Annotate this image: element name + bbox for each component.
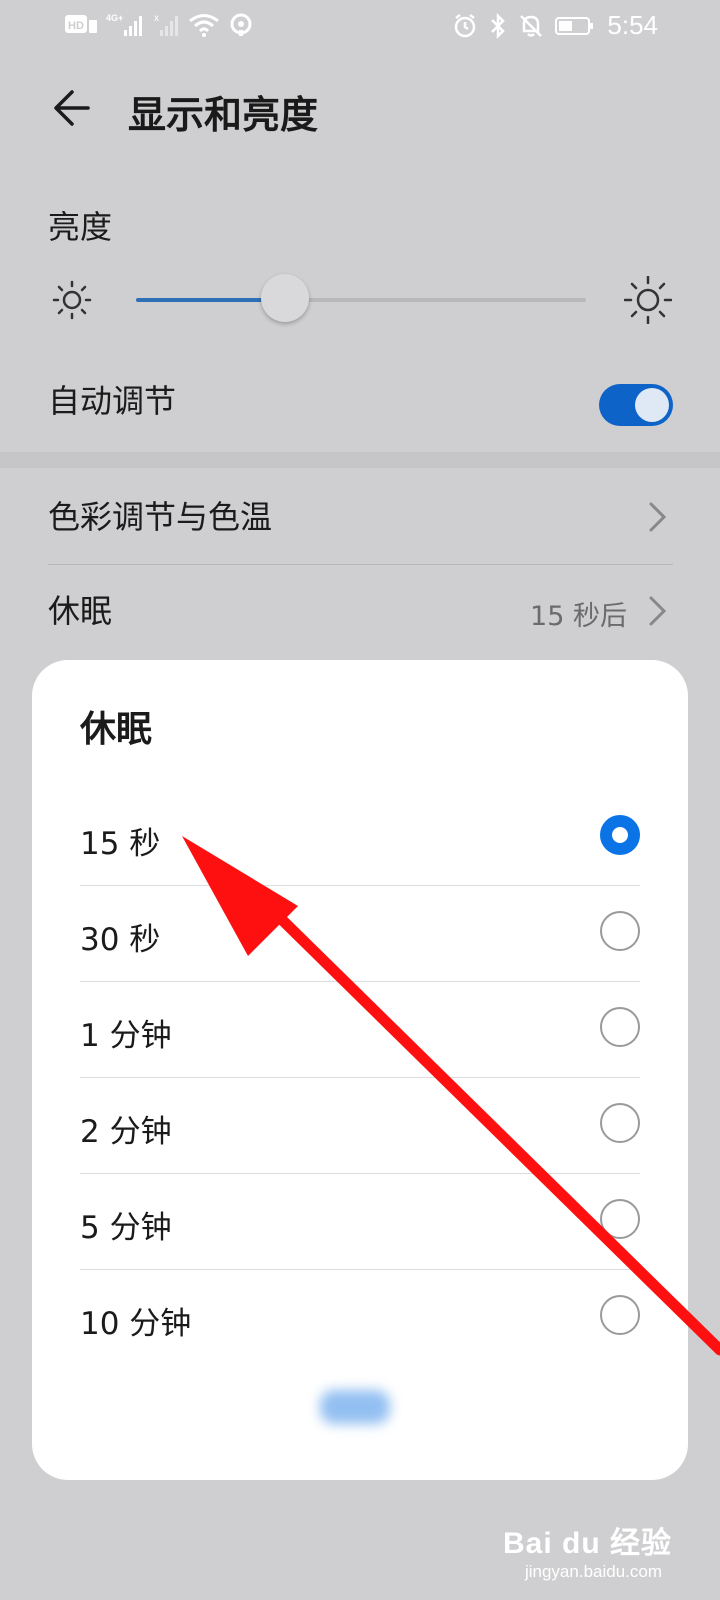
back-arrow-icon[interactable] — [48, 86, 92, 130]
dialog-title: 休眠 — [80, 709, 153, 750]
status-left-icons: HD 4G+ x — [64, 12, 254, 38]
auto-adjust-row[interactable]: 自动调节 — [48, 376, 673, 436]
radio-unselected[interactable] — [600, 1007, 640, 1047]
sleep-row[interactable]: 休眠 15 秒后 — [48, 586, 673, 646]
color-temperature-label: 色彩调节与色温 — [48, 498, 273, 536]
hd-icon: HD — [65, 15, 97, 33]
sleep-label: 休眠 — [48, 592, 113, 630]
wifi-icon — [189, 14, 219, 37]
mute-icon — [520, 14, 543, 37]
baidu-watermark: Bai du 经验 jingyan.baidu.com — [502, 1518, 672, 1581]
status-time: 5:54 — [607, 10, 658, 40]
sleep-dialog: 休眠 15 秒 30 秒 1 分钟 2 分钟 5 分钟 10 分钟 — [32, 660, 688, 1480]
option-label: 30 秒 — [80, 922, 161, 958]
option-label: 10 分钟 — [80, 1306, 192, 1342]
sleep-option-15s[interactable]: 15 秒 — [80, 790, 640, 886]
auto-adjust-toggle[interactable] — [599, 384, 673, 426]
radio-unselected[interactable] — [600, 1199, 640, 1239]
brightness-slider[interactable] — [136, 298, 586, 302]
svg-text:4G+: 4G+ — [106, 13, 123, 23]
auto-adjust-label: 自动调节 — [48, 382, 177, 420]
cancel-button-blurred-label — [320, 1390, 390, 1424]
app-bar: 显示和亮度 — [0, 72, 720, 144]
page-title: 显示和亮度 — [128, 93, 319, 137]
sun-high-icon — [624, 276, 672, 324]
option-label: 15 秒 — [80, 826, 161, 862]
svg-text:x: x — [154, 13, 159, 24]
option-label: 5 分钟 — [80, 1210, 172, 1246]
signal-x-icon: x — [154, 13, 178, 36]
sleep-option-5min[interactable]: 5 分钟 — [80, 1174, 640, 1270]
section-divider — [0, 452, 720, 468]
color-temperature-row[interactable]: 色彩调节与色温 — [48, 492, 673, 552]
toggle-knob — [635, 388, 669, 422]
signal-4g-icon: 4G+ — [106, 13, 142, 36]
alarm-icon — [455, 13, 476, 37]
chevron-right-icon — [649, 502, 667, 532]
sleep-value: 15 秒后 — [530, 601, 627, 632]
row-divider — [48, 564, 673, 565]
sleep-option-10min[interactable]: 10 分钟 — [80, 1270, 640, 1366]
status-right-icons: 5:54 — [453, 10, 658, 41]
chevron-right-icon — [649, 596, 667, 626]
radio-unselected[interactable] — [600, 911, 640, 951]
battery-icon — [555, 16, 594, 35]
bluetooth-icon — [491, 12, 506, 39]
sun-low-icon — [52, 280, 92, 320]
brightness-slider-thumb[interactable] — [260, 274, 309, 322]
status-bar: HD 4G+ x 5:54 — [0, 0, 720, 52]
brightness-label: 亮度 — [48, 208, 113, 246]
radio-unselected[interactable] — [600, 1295, 640, 1335]
brightness-slider-row — [0, 262, 720, 338]
sleep-option-1min[interactable]: 1 分钟 — [80, 982, 640, 1078]
svg-text:HD: HD — [68, 20, 84, 32]
radio-selected[interactable] — [600, 815, 640, 855]
radio-unselected[interactable] — [600, 1103, 640, 1143]
watermark-logo: Bai du 经验 — [502, 1527, 672, 1560]
watermark-url: jingyan.baidu.com — [524, 1562, 662, 1581]
sleep-option-2min[interactable]: 2 分钟 — [80, 1078, 640, 1174]
sleep-option-30s[interactable]: 30 秒 — [80, 886, 640, 982]
hotspot-icon — [230, 13, 252, 36]
option-label: 1 分钟 — [80, 1018, 172, 1054]
cancel-button[interactable] — [32, 1376, 688, 1440]
option-label: 2 分钟 — [80, 1114, 172, 1150]
